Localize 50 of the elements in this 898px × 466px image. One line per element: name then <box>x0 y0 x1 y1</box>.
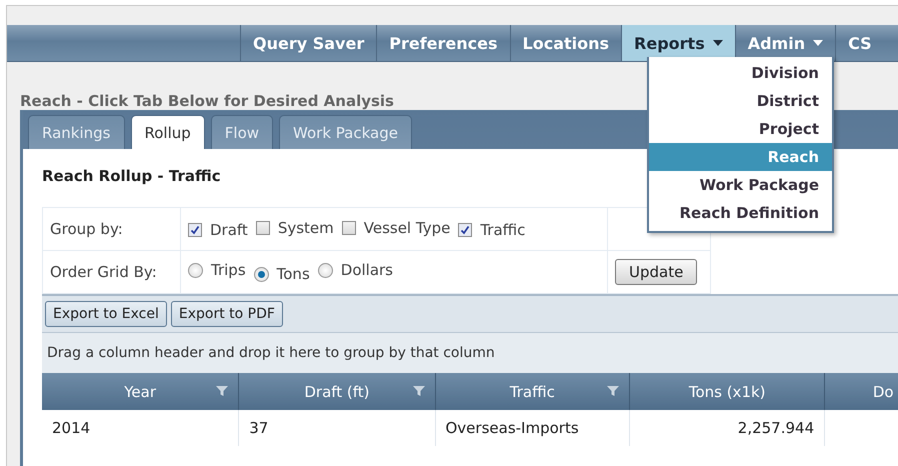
radio-button[interactable] <box>254 266 269 282</box>
column-header[interactable]: Year <box>42 373 240 410</box>
tab[interactable]: Work Package <box>279 115 412 149</box>
export-button[interactable]: Export to Excel <box>45 301 167 327</box>
radio-button[interactable] <box>188 262 203 278</box>
tab[interactable]: Flow <box>210 115 274 149</box>
nav-menu-item[interactable]: Preferences <box>376 25 510 61</box>
menu-item[interactable]: Reach Definition <box>649 199 832 227</box>
tab[interactable]: Rollup <box>130 115 205 149</box>
radio-button[interactable] <box>318 262 333 278</box>
menu-item[interactable]: Project <box>649 115 832 143</box>
checkbox-label: System <box>278 219 334 237</box>
column-header[interactable]: Draft (ft) <box>239 373 436 410</box>
field-label: Order Grid By: <box>50 263 157 281</box>
field-label: Group by: <box>50 220 123 238</box>
nav-menu-item[interactable]: CS <box>835 25 884 61</box>
menu-item[interactable]: Reach <box>649 143 832 171</box>
update-button[interactable]: Update <box>615 259 698 285</box>
page-title: Reach - Click Tab Below for Desired Analysis <box>20 92 394 110</box>
nav-menu-item[interactable]: Query Saver <box>240 25 376 61</box>
filter-icon[interactable] <box>412 385 425 397</box>
checkbox[interactable] <box>458 223 472 237</box>
table-cell: Overseas-Imports <box>436 410 630 446</box>
menu-item[interactable]: District <box>649 87 832 115</box>
column-header[interactable]: Tons (x1k) <box>630 373 826 410</box>
menu-item[interactable]: Division <box>649 59 832 87</box>
table-cell: 2014 <box>42 410 240 446</box>
caret-icon <box>712 40 723 46</box>
checkbox-label: Traffic <box>480 221 526 239</box>
radio-label: Tons <box>276 265 310 283</box>
checkbox-label: Draft <box>210 221 248 239</box>
checkbox-label: Vessel Type <box>364 219 450 237</box>
menu-item[interactable]: Work Package <box>649 171 832 199</box>
filter-icon[interactable] <box>607 385 619 397</box>
table-cell: 2,257.944 <box>630 410 826 446</box>
group-hint: Drag a column header and drop it here to group by that column <box>47 345 495 361</box>
caret-icon <box>813 40 824 46</box>
table-cell: 37 <box>239 410 436 446</box>
nav-menu-item[interactable]: Reports <box>621 25 735 61</box>
radio-label: Trips <box>211 261 246 279</box>
column-header[interactable]: Traffic <box>436 373 630 410</box>
tab[interactable]: Rankings <box>28 115 124 149</box>
export-button[interactable]: Export to PDF <box>170 301 283 327</box>
checkbox[interactable] <box>256 221 270 235</box>
radio-label: Dollars <box>340 261 394 279</box>
section-title: Reach Rollup - Traffic <box>42 167 221 185</box>
checkbox[interactable] <box>342 221 356 235</box>
column-header[interactable]: Do <box>825 373 898 410</box>
filter-icon[interactable] <box>216 385 228 397</box>
checkbox[interactable] <box>188 223 202 237</box>
